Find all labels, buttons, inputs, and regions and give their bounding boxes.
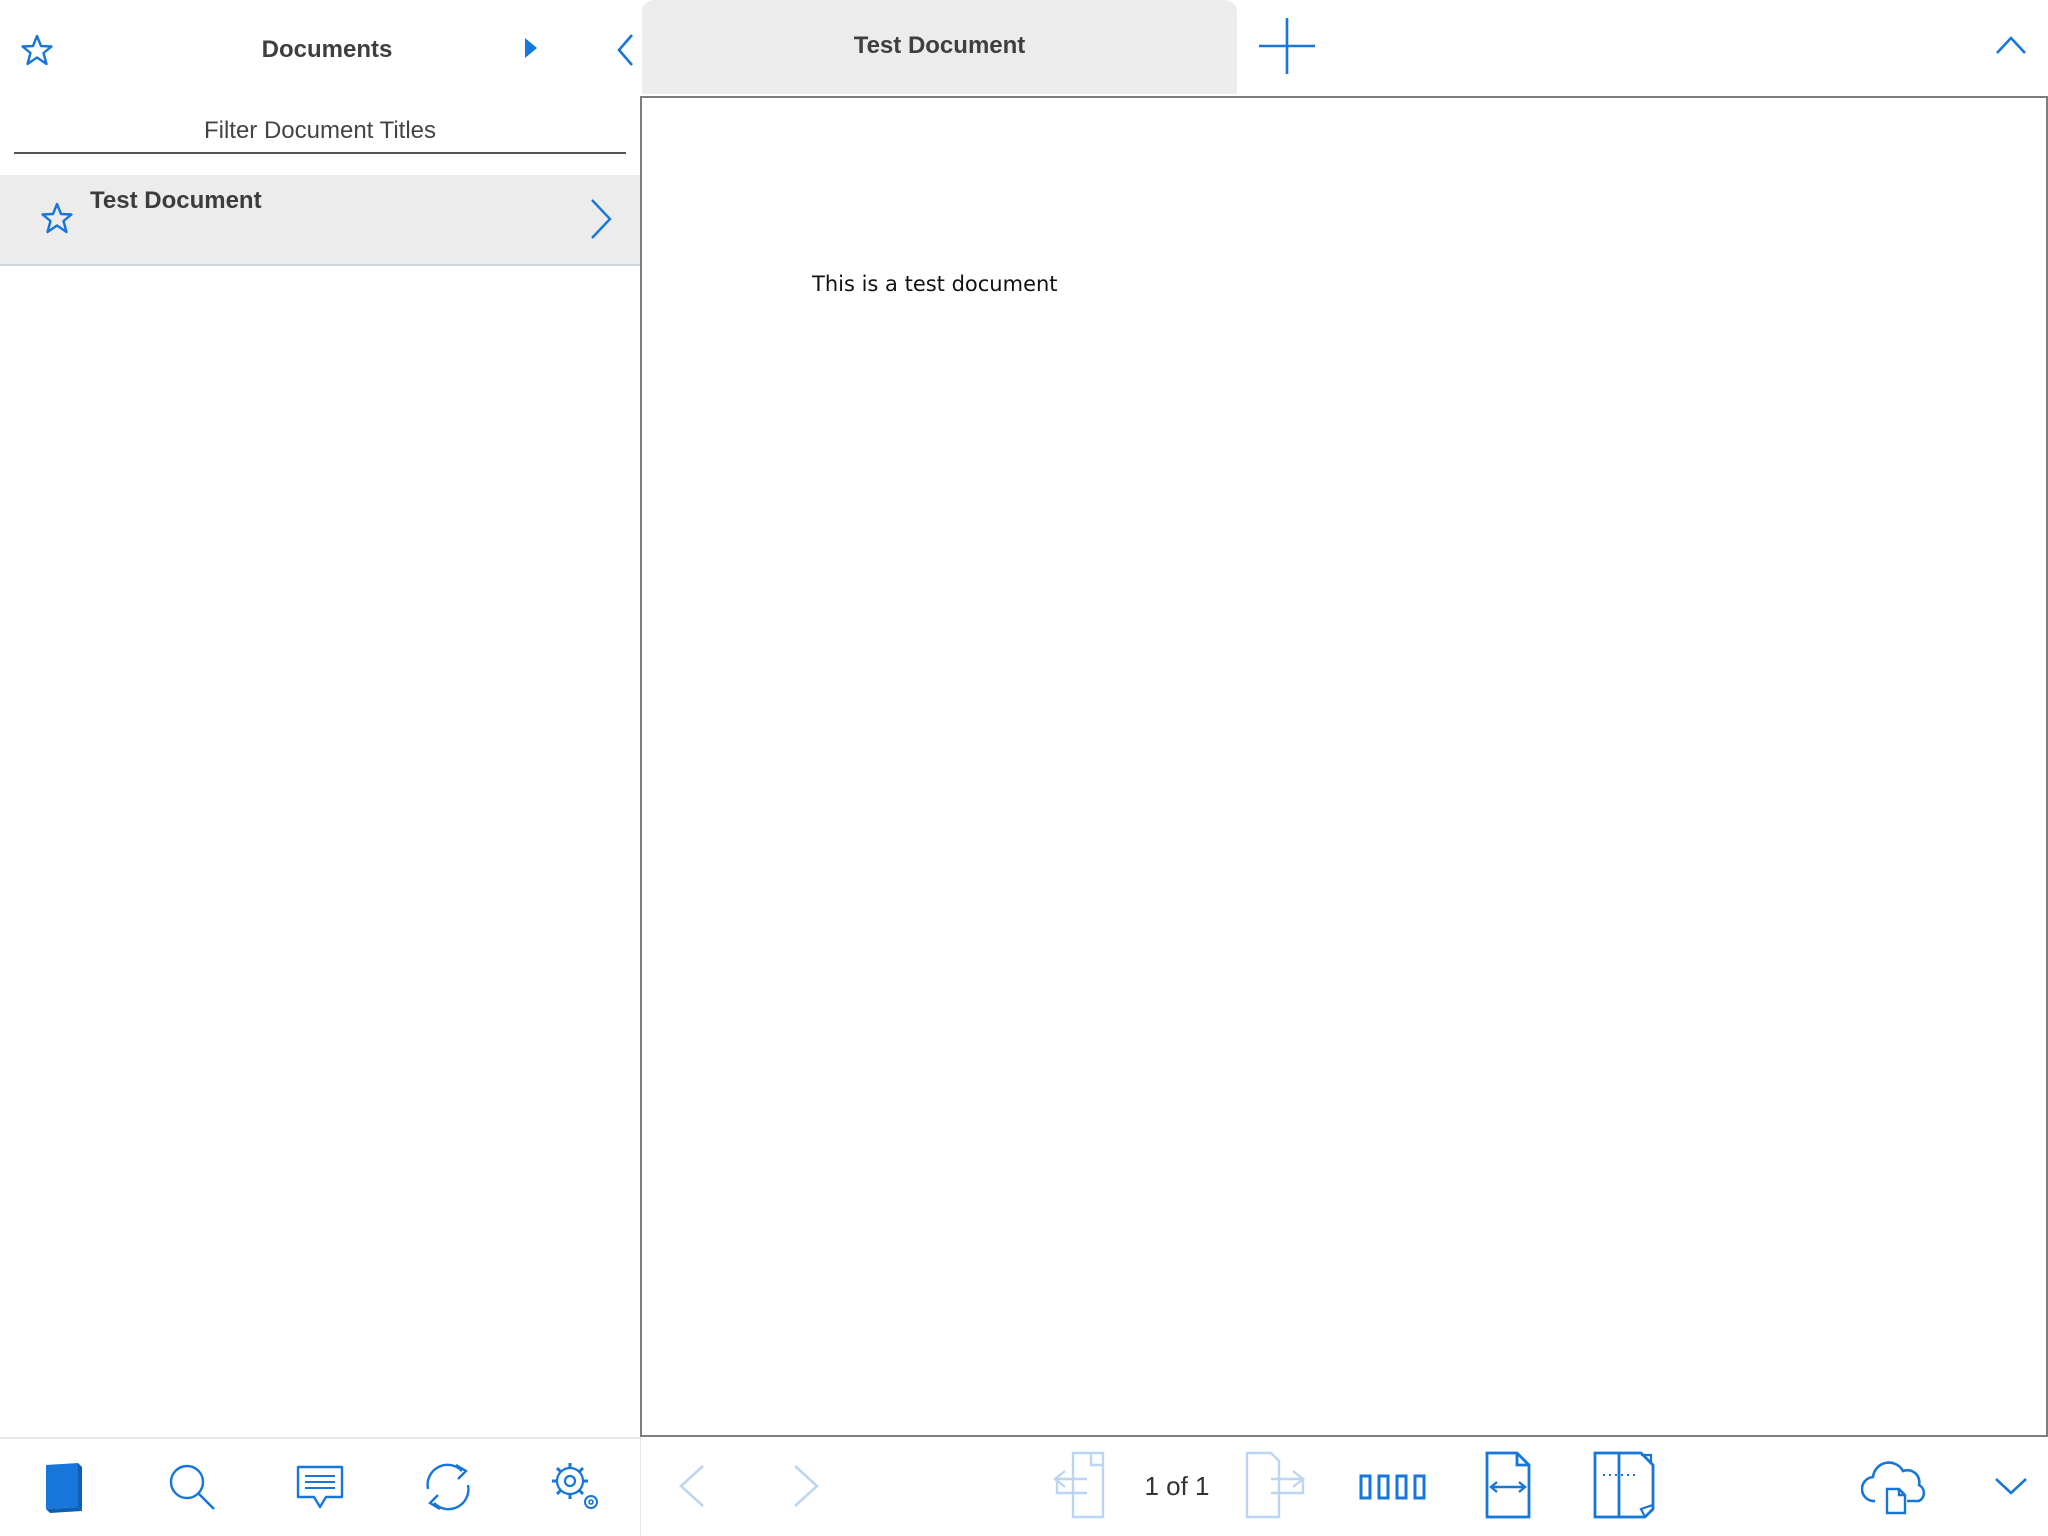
cloud-upload-icon[interactable] bbox=[1861, 1451, 1931, 1521]
thumbnails-strip-icon[interactable] bbox=[1357, 1451, 1427, 1521]
page-turn-icon[interactable] bbox=[1591, 1451, 1667, 1521]
previous-chevron-left-icon[interactable] bbox=[671, 1451, 711, 1521]
sync-icon[interactable] bbox=[418, 1457, 478, 1517]
search-icon[interactable] bbox=[162, 1457, 222, 1517]
play-icon[interactable] bbox=[522, 36, 540, 60]
document-title: Test Document bbox=[90, 187, 262, 214]
tab-test-document[interactable]: Test Document bbox=[642, 0, 1237, 94]
favorite-star-icon[interactable] bbox=[40, 201, 74, 235]
filter-document-titles-input[interactable] bbox=[14, 110, 626, 152]
chevron-up-icon[interactable] bbox=[1994, 34, 2028, 56]
tab-label: Test Document bbox=[853, 32, 1026, 59]
book-icon[interactable] bbox=[34, 1457, 94, 1517]
fit-width-page-icon[interactable] bbox=[1481, 1451, 1537, 1521]
document-tab-bar: Test Document bbox=[640, 0, 2048, 96]
filter-field bbox=[14, 110, 626, 154]
next-chevron-right-icon[interactable] bbox=[787, 1451, 827, 1521]
sidebar-title: Documents bbox=[261, 36, 393, 63]
viewer-toolbar bbox=[640, 1437, 2048, 1536]
chevron-right-icon[interactable] bbox=[588, 197, 614, 241]
sidebar-header: Documents bbox=[0, 0, 640, 100]
previous-page-icon[interactable] bbox=[1051, 1451, 1117, 1521]
add-tab-plus-icon[interactable] bbox=[1257, 16, 1317, 76]
page-counter: 1 of 1 bbox=[1144, 1471, 1210, 1501]
document-list: Test Document bbox=[0, 175, 640, 266]
settings-gear-icon[interactable] bbox=[546, 1457, 606, 1517]
document-list-item[interactable]: Test Document bbox=[0, 175, 640, 266]
sidebar-toolbar bbox=[0, 1437, 640, 1536]
collapse-sidebar-chevron-left-icon[interactable] bbox=[614, 32, 638, 68]
next-page-icon[interactable] bbox=[1241, 1451, 1307, 1521]
document-viewer[interactable]: This is a test document bbox=[640, 96, 2048, 1437]
document-content-text: This is a test document bbox=[812, 272, 1058, 296]
chevron-down-icon[interactable] bbox=[1993, 1451, 2029, 1521]
document-sidebar: Documents Test Document bbox=[0, 0, 640, 1536]
comments-icon[interactable] bbox=[290, 1457, 350, 1517]
